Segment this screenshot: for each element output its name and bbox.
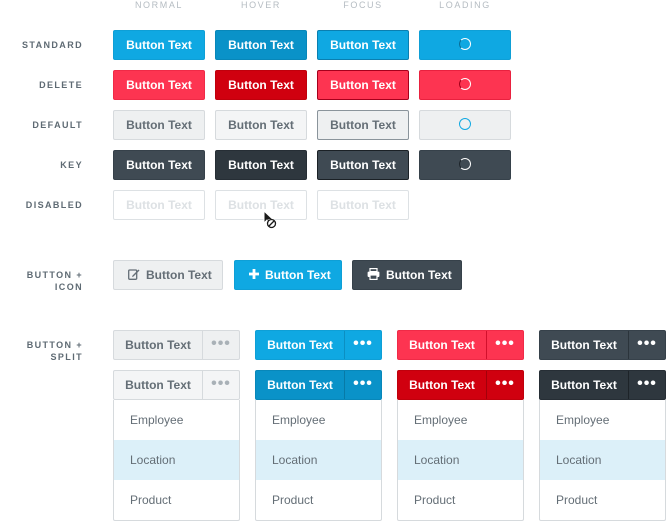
row-label-disabled: DISABLED (25, 200, 83, 210)
menu-item-product[interactable]: Product (398, 480, 523, 520)
row-label-key: KEY (60, 160, 83, 170)
row-label-delete: DELETE (39, 80, 83, 90)
ellipsis-icon[interactable]: ••• (628, 331, 665, 359)
menu-item-location[interactable]: Location (398, 440, 523, 480)
split-button-main[interactable]: Button Text (256, 371, 344, 399)
menu-item-location[interactable]: Location (540, 440, 665, 480)
split-button-main[interactable]: Button Text (540, 331, 628, 359)
key-button-loading[interactable] (419, 150, 511, 180)
column-header-hover: HOVER (240, 0, 281, 10)
menu-item-product[interactable]: Product (114, 480, 239, 520)
delete-button-normal[interactable]: Button Text (113, 70, 205, 100)
print-button-label: Button Text (386, 268, 452, 282)
split-button-main[interactable]: Button Text (114, 331, 202, 359)
key-button-hover[interactable]: Button Text (215, 150, 307, 180)
split-button-main[interactable]: Button Text (398, 331, 486, 359)
menu-item-employee[interactable]: Employee (398, 400, 523, 440)
not-allowed-cursor-icon (263, 210, 277, 229)
menu-item-product[interactable]: Product (540, 480, 665, 520)
ellipsis-icon[interactable]: ••• (202, 371, 239, 399)
menu-item-employee[interactable]: Employee (114, 400, 239, 440)
split-button-standard: Button Text ••• (255, 330, 382, 360)
split-button-default: Button Text ••• (113, 330, 240, 360)
split-dropdown-menu: Employee Location Product (113, 400, 240, 521)
add-button-label: Button Text (265, 268, 331, 282)
split-button-key-open: Button Text ••• (539, 370, 666, 400)
plus-icon (249, 269, 259, 280)
default-button-hover[interactable]: Button Text (215, 110, 307, 140)
split-dropdown-menu: Employee Location Product (255, 400, 382, 521)
split-button-key: Button Text ••• (539, 330, 666, 360)
print-button[interactable]: Button Text (352, 260, 462, 290)
printer-icon (367, 268, 380, 281)
row-label-button-split: BUTTON + SPLIT (26, 340, 83, 362)
split-button-main[interactable]: Button Text (398, 371, 486, 399)
menu-item-employee[interactable]: Employee (256, 400, 381, 440)
delete-button-loading[interactable] (419, 70, 511, 100)
row-label-button-icon: BUTTON + ICON (26, 270, 83, 292)
split-button-delete-open: Button Text ••• (397, 370, 524, 400)
delete-button-hover[interactable]: Button Text (215, 70, 307, 100)
column-header-loading: LOADING (439, 0, 491, 10)
spinner-icon (459, 78, 471, 91)
ellipsis-icon[interactable]: ••• (486, 331, 523, 359)
split-button-main[interactable]: Button Text (114, 371, 202, 399)
menu-item-location[interactable]: Location (114, 440, 239, 480)
spinner-icon (459, 38, 471, 51)
ellipsis-icon[interactable]: ••• (486, 371, 523, 399)
column-header-focus: FOCUS (343, 0, 383, 10)
split-dropdown-menu: Employee Location Product (397, 400, 524, 521)
split-button-main[interactable]: Button Text (540, 371, 628, 399)
menu-item-employee[interactable]: Employee (540, 400, 665, 440)
menu-item-product[interactable]: Product (256, 480, 381, 520)
standard-button-normal[interactable]: Button Text (113, 30, 205, 60)
standard-button-loading[interactable] (419, 30, 511, 60)
spinner-icon (459, 158, 471, 171)
split-button-standard-open: Button Text ••• (255, 370, 382, 400)
split-button-main[interactable]: Button Text (256, 331, 344, 359)
disabled-button-focus: Button Text (317, 190, 409, 220)
row-label-standard: STANDARD (21, 40, 83, 50)
add-button[interactable]: Button Text (234, 260, 342, 290)
key-button-focus[interactable]: Button Text (317, 150, 409, 180)
ellipsis-icon[interactable]: ••• (628, 371, 665, 399)
spinner-icon (459, 118, 471, 131)
ellipsis-icon[interactable]: ••• (344, 371, 381, 399)
delete-button-focus[interactable]: Button Text (317, 70, 409, 100)
default-button-focus[interactable]: Button Text (317, 110, 409, 140)
default-button-loading[interactable] (419, 110, 511, 140)
disabled-button-hover: Button Text (215, 190, 307, 220)
pencil-icon (128, 269, 140, 281)
key-button-normal[interactable]: Button Text (113, 150, 205, 180)
standard-button-focus[interactable]: Button Text (317, 30, 409, 60)
row-label-default: DEFAULT (32, 120, 83, 130)
ellipsis-icon[interactable]: ••• (344, 331, 381, 359)
ellipsis-icon[interactable]: ••• (202, 331, 239, 359)
edit-button-label: Button Text (146, 268, 212, 282)
menu-item-location[interactable]: Location (256, 440, 381, 480)
default-button-normal[interactable]: Button Text (113, 110, 205, 140)
standard-button-hover[interactable]: Button Text (215, 30, 307, 60)
split-button-delete: Button Text ••• (397, 330, 524, 360)
disabled-button-normal: Button Text (113, 190, 205, 220)
edit-button[interactable]: Button Text (113, 260, 223, 290)
split-button-default-open: Button Text ••• (113, 370, 240, 400)
column-header-normal: NORMAL (134, 0, 184, 10)
split-dropdown-menu: Employee Location Product (539, 400, 666, 521)
